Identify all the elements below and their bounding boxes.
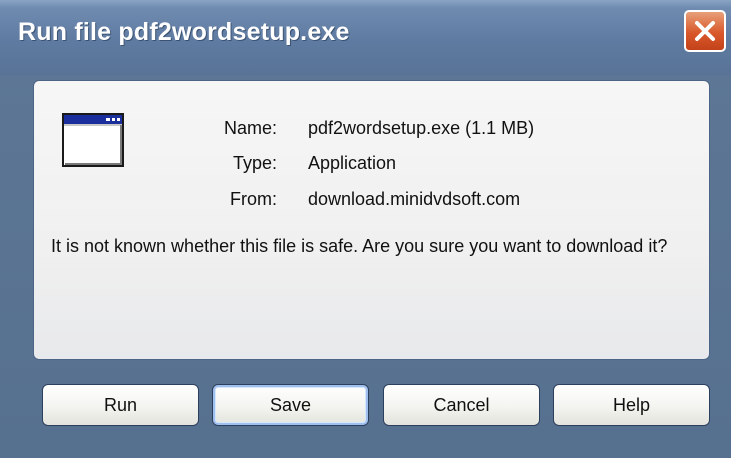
cancel-button[interactable]: Cancel — [383, 384, 540, 426]
security-warning-text: It is not known whether this file is saf… — [51, 236, 668, 256]
run-button[interactable]: Run — [42, 384, 199, 426]
save-button[interactable]: Save — [212, 384, 369, 426]
file-info-panel: Name: pdf2wordsetup.exe (1.1 MB) Type: A… — [33, 80, 710, 360]
from-label: From: — [230, 189, 277, 209]
close-icon — [695, 21, 715, 41]
title-bar[interactable]: Run file pdf2wordsetup.exe — [0, 0, 731, 75]
close-button[interactable] — [684, 10, 726, 52]
file-name-value: pdf2wordsetup.exe (1.1 MB) — [308, 118, 535, 138]
file-source-value: download.minidvdsoft.com — [308, 189, 521, 209]
type-label: Type: — [232, 153, 277, 173]
name-label: Name: — [223, 118, 277, 138]
run-file-dialog: Run file pdf2wordsetup.exe Name: pdf2wor… — [0, 0, 731, 458]
help-button[interactable]: Help — [553, 384, 710, 426]
file-type-value: Application — [308, 153, 397, 173]
window-title: Run file pdf2wordsetup.exe — [18, 18, 350, 46]
